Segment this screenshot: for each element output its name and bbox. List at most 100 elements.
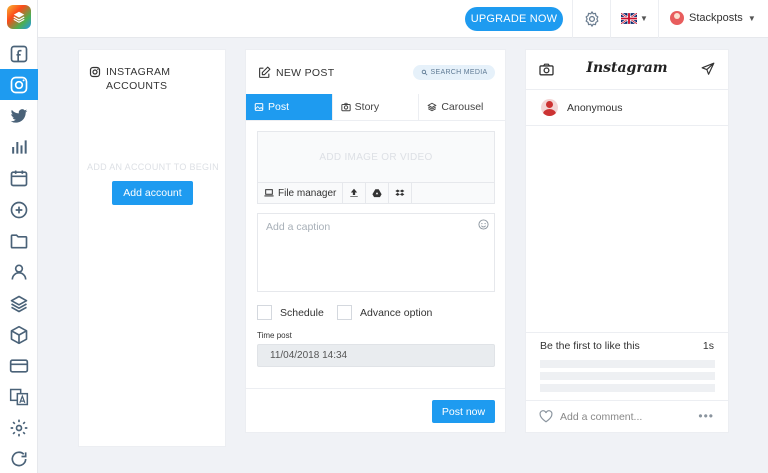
layers-icon bbox=[10, 295, 28, 312]
sidebar-item-schedule[interactable] bbox=[0, 162, 38, 193]
likes-text: Be the first to like this bbox=[540, 340, 640, 352]
search-media-button[interactable]: SEARCH MEDIA bbox=[413, 65, 495, 80]
preview-user: Anonymous bbox=[541, 99, 622, 116]
advance-label: Advance option bbox=[360, 306, 433, 319]
upgrade-button[interactable]: UPGRADE NOW bbox=[465, 7, 563, 31]
add-account-button[interactable]: Add account bbox=[112, 181, 193, 205]
new-post-panel: NEW POST SEARCH MEDIA Post Story Carouse… bbox=[245, 49, 506, 433]
media-toolbar: File manager bbox=[258, 182, 494, 203]
media-placeholder: ADD IMAGE OR VIDEO bbox=[319, 152, 433, 163]
accounts-title: INSTAGRAM ACCOUNTS bbox=[89, 65, 196, 93]
advance-option[interactable]: Advance option bbox=[337, 305, 432, 320]
user-icon bbox=[11, 264, 27, 280]
sidebar-item-language[interactable] bbox=[0, 381, 38, 412]
camera-icon bbox=[341, 102, 351, 112]
stack-logo-icon bbox=[13, 11, 25, 23]
sidebar-item-profile[interactable] bbox=[0, 256, 38, 287]
sidebar-item-settings[interactable] bbox=[0, 412, 38, 443]
settings-icon bbox=[10, 419, 28, 436]
heart-icon bbox=[539, 410, 553, 423]
gear-icon[interactable] bbox=[583, 10, 601, 28]
topbar-divider bbox=[572, 0, 573, 38]
media-dropzone[interactable]: ADD IMAGE OR VIDEO File manager bbox=[257, 131, 495, 204]
instagram-preview-panel: Instagram Anonymous Be the first to like… bbox=[525, 49, 729, 433]
google-drive-button[interactable] bbox=[366, 183, 390, 203]
tab-carousel[interactable]: Carousel bbox=[419, 94, 505, 120]
sidebar-item-analytics[interactable] bbox=[0, 131, 38, 162]
skeleton-line bbox=[540, 372, 715, 380]
instagram-wordmark: Instagram bbox=[586, 60, 668, 76]
time-post-input[interactable]: 11/04/2018 14:34 bbox=[257, 344, 495, 367]
comment-placeholder: Add a comment... bbox=[560, 411, 643, 423]
preview-header: Instagram bbox=[526, 50, 728, 90]
empty-accounts-message: ADD AN ACCOUNT TO BEGIN bbox=[87, 162, 219, 172]
post-time-ago: 1s bbox=[702, 340, 714, 352]
sidebar-item-layers[interactable] bbox=[0, 288, 38, 319]
time-post-label: Time post bbox=[257, 331, 292, 340]
tab-story[interactable]: Story bbox=[333, 94, 420, 120]
sidebar-item-instagram[interactable] bbox=[0, 69, 38, 100]
caption-placeholder: Add a caption bbox=[266, 221, 331, 233]
accounts-panel: INSTAGRAM ACCOUNTS ADD AN ACCOUNT TO BEG… bbox=[78, 49, 226, 447]
sidebar-item-twitter[interactable] bbox=[0, 100, 38, 131]
avatar bbox=[541, 99, 558, 116]
preview-divider bbox=[526, 332, 728, 333]
upload-icon bbox=[350, 188, 359, 197]
app-logo[interactable] bbox=[7, 5, 31, 29]
topbar: UPGRADE NOW ▼ Stackposts ▼ bbox=[38, 0, 768, 38]
schedule-label: Schedule bbox=[280, 306, 324, 319]
google-drive-icon bbox=[372, 189, 382, 198]
preview-divider bbox=[526, 400, 728, 401]
advance-checkbox[interactable] bbox=[337, 305, 352, 320]
layers-icon bbox=[427, 102, 438, 112]
schedule-option[interactable]: Schedule bbox=[257, 305, 324, 320]
tab-label: Story bbox=[354, 101, 380, 113]
instagram-icon bbox=[10, 76, 28, 93]
sidebar-item-facebook[interactable] bbox=[0, 38, 38, 69]
avatar bbox=[670, 11, 684, 25]
credit-card-icon bbox=[9, 358, 29, 373]
refresh-icon bbox=[11, 450, 27, 466]
search-media-label: SEARCH MEDIA bbox=[430, 69, 488, 76]
caption-textarea[interactable]: Add a caption bbox=[257, 213, 495, 292]
post-title: NEW POST bbox=[258, 66, 334, 79]
more-options-icon: ••• bbox=[698, 409, 714, 423]
smiley-icon[interactable] bbox=[478, 219, 489, 230]
skeleton-line bbox=[540, 360, 715, 368]
tab-label: Post bbox=[268, 101, 290, 113]
sidebar-item-billing[interactable] bbox=[0, 350, 38, 381]
tab-post[interactable]: Post bbox=[246, 94, 333, 120]
translate-icon bbox=[9, 388, 29, 405]
dropbox-icon bbox=[395, 189, 405, 196]
tab-label: Carousel bbox=[441, 101, 484, 113]
laptop-icon bbox=[264, 189, 274, 197]
file-manager-button[interactable]: File manager bbox=[258, 183, 344, 203]
instagram-icon bbox=[89, 66, 101, 78]
topbar-divider bbox=[610, 0, 611, 38]
post-type-tabs: Post Story Carousel bbox=[246, 94, 505, 121]
post-now-button[interactable]: Post now bbox=[432, 400, 495, 423]
sidebar-item-add[interactable] bbox=[0, 194, 38, 225]
post-footer-divider bbox=[246, 388, 505, 389]
sidebar-item-packages[interactable] bbox=[0, 319, 38, 350]
dropbox-button[interactable] bbox=[389, 183, 413, 203]
twitter-icon bbox=[10, 108, 28, 123]
plus-circle-icon bbox=[10, 201, 28, 218]
camera-icon bbox=[539, 63, 554, 76]
sidebar-item-files[interactable] bbox=[0, 225, 38, 256]
folder-icon bbox=[10, 233, 28, 248]
schedule-checkbox[interactable] bbox=[257, 305, 272, 320]
user-menu[interactable]: Stackposts ▼ bbox=[670, 11, 756, 25]
edit-icon bbox=[259, 66, 271, 78]
calendar-icon bbox=[10, 170, 28, 186]
upload-button[interactable] bbox=[343, 183, 367, 203]
skeleton-line bbox=[540, 384, 715, 392]
search-icon bbox=[421, 69, 427, 76]
username: Stackposts bbox=[689, 12, 743, 24]
sidebar-item-refresh[interactable] bbox=[0, 443, 38, 473]
image-icon bbox=[254, 103, 264, 111]
preview-divider bbox=[526, 125, 728, 126]
chevron-down-icon[interactable]: ▼ bbox=[640, 14, 648, 23]
uk-flag-icon[interactable] bbox=[621, 13, 637, 24]
facebook-icon bbox=[10, 45, 28, 62]
